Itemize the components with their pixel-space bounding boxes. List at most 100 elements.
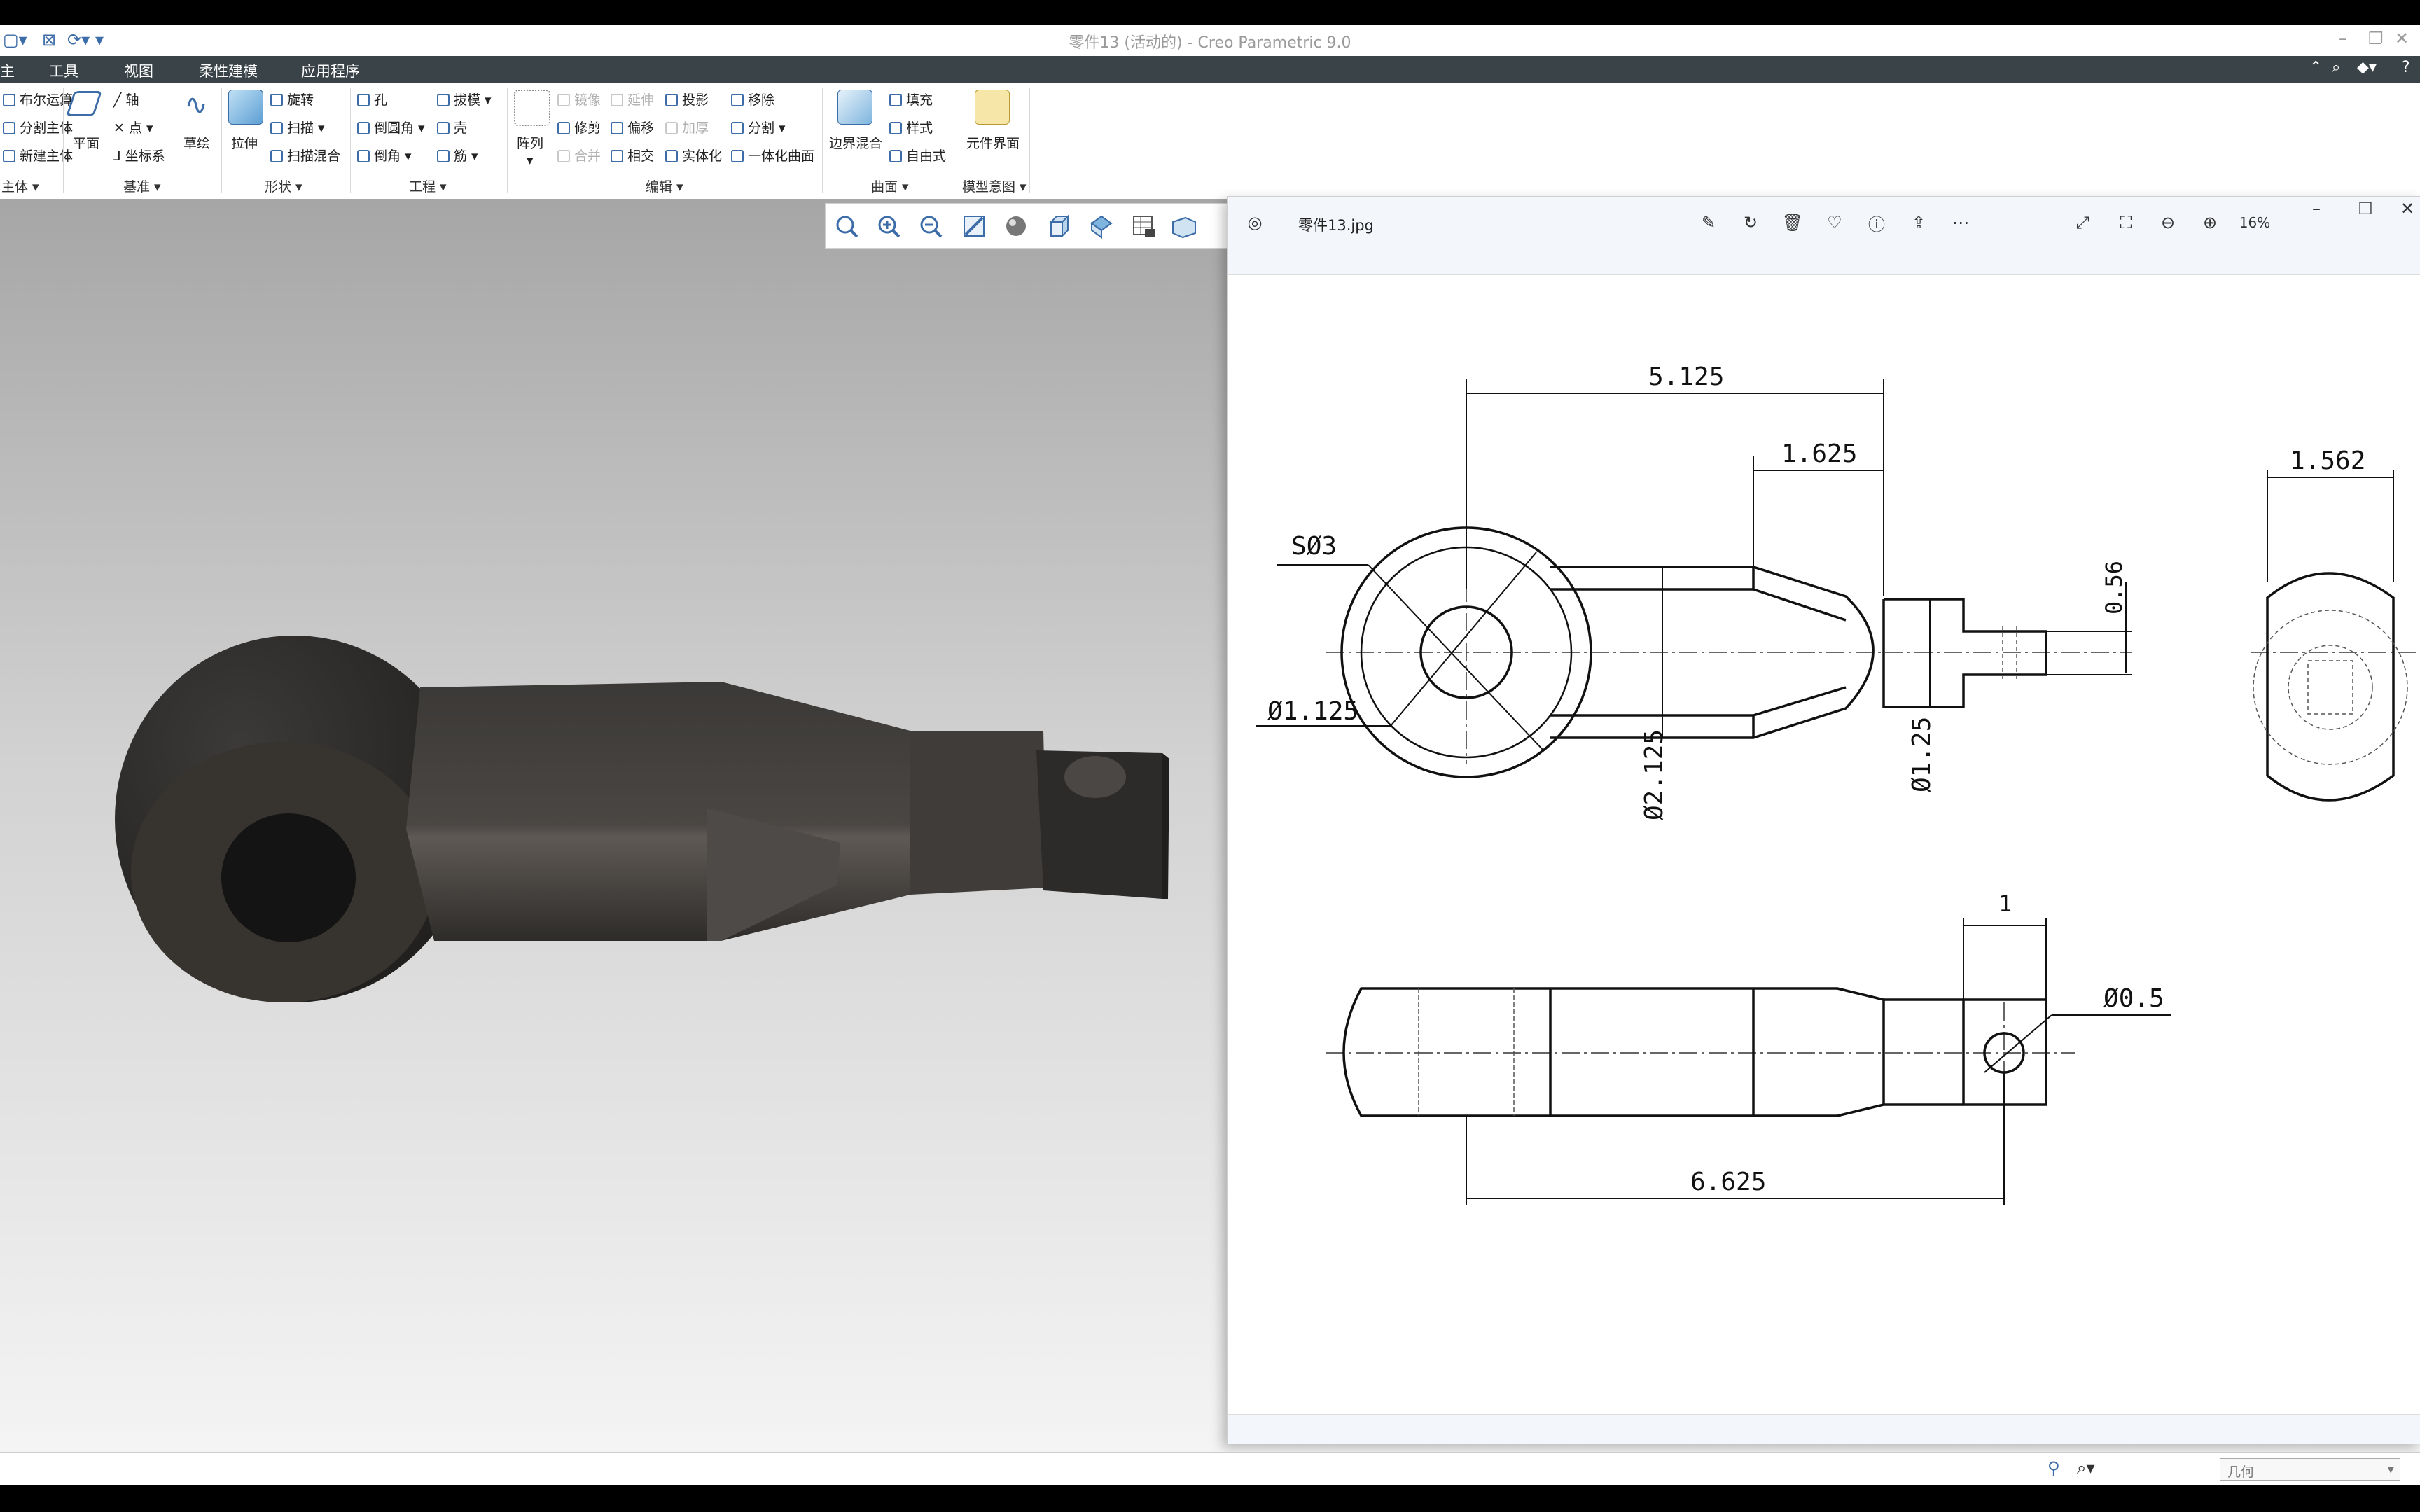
point-button[interactable]: ✕ 点 ▾ [113,118,153,136]
viewer-close-icon[interactable]: ✕ [2393,195,2420,223]
csys-button[interactable]: ⅃ 坐标系 [113,146,165,164]
rotate-icon[interactable]: ↻ [1737,209,1765,237]
group-shapes-label[interactable]: 形状 ▾ [265,176,302,195]
sketch-icon[interactable]: ∿ [179,88,213,122]
boundary-blend-icon[interactable] [837,90,872,125]
zoom-in-viewer-icon[interactable]: ⊕ [2196,209,2224,237]
find-icon[interactable]: ⌕▾ [2077,1458,2095,1478]
share-icon[interactable]: ⇪ [1905,209,1933,237]
help-icon[interactable]: ? [2402,59,2410,76]
delete-icon[interactable]: 🗑 [1779,209,1807,237]
collapse-ribbon-icon[interactable]: ⌃ [2309,59,2322,76]
edit-icon[interactable]: ✎ [1695,209,1723,237]
viewer-maximize-icon[interactable]: ☐ [2351,195,2379,223]
more-icon[interactable]: ⋯ [1947,209,1975,237]
favorite-icon[interactable]: ♡ [1821,209,1849,237]
chevron-down-icon: ▾ [2387,1462,2394,1477]
zoom-out-icon[interactable] [915,211,946,241]
minimize-icon[interactable]: – [2339,29,2347,48]
viewer-filename: 零件13.jpg [1298,217,1374,234]
hole-button[interactable]: 孔 [357,90,387,108]
viewer-footer [1228,1414,2420,1444]
unify-surface-button[interactable]: 一体化曲面 [731,146,814,164]
info-icon[interactable]: ⓘ [1863,209,1891,237]
axis-button[interactable]: ╱ 轴 [113,90,139,108]
status-bar: ⚲ ⌕▾ [0,1452,2420,1485]
boundary-blend-label[interactable]: 边界混合 [829,133,882,152]
remove-button[interactable]: 移除 [731,90,774,108]
group-editing-label[interactable]: 编辑 ▾ [646,176,683,195]
swept-blend-button[interactable]: 扫描混合 [270,146,340,164]
shell-button[interactable]: 壳 [437,118,467,136]
fill-button[interactable]: 填充 [889,90,933,108]
sweep-button[interactable]: 扫描 ▾ [270,118,325,136]
pattern-dropdown-icon[interactable]: ▾ [527,153,534,168]
view-manager-icon[interactable] [1086,211,1117,241]
menu-tools[interactable]: 工具 [49,60,78,81]
merge-button[interactable]: 合并 [557,146,601,164]
perspective-view-icon[interactable] [1128,211,1159,241]
saved-orientations-icon[interactable] [1044,211,1075,241]
trim-button[interactable]: 修剪 [557,118,601,136]
extrude-label[interactable]: 拉伸 [231,133,258,152]
mirror-button[interactable]: 镜像 [557,90,601,108]
selection-icon[interactable]: ⚲ [2047,1458,2060,1478]
zoom-level[interactable]: 16% [2234,209,2276,237]
pattern-label[interactable]: 阵列 [517,133,543,152]
refit-icon[interactable] [831,211,862,241]
menu-view[interactable]: 视图 [124,60,153,81]
group-datum-label[interactable]: 基准 ▾ [123,176,161,195]
zoom-out-viewer-icon[interactable]: ⊖ [2154,209,2182,237]
menu-flexible-modeling[interactable]: 柔性建模 [199,60,258,81]
boolean-button[interactable]: 布尔运算 [3,90,73,108]
dim-0-56: 0.56 [2101,561,2127,615]
split-button[interactable]: 分割 ▾ [731,118,786,136]
solidify-button[interactable]: 实体化 [665,146,722,164]
intersect-button[interactable]: 相交 [611,146,654,164]
new-body-button[interactable]: 新建主体 [3,146,73,164]
draft-button[interactable]: 拔模 ▾ [437,90,492,108]
display-style-icon[interactable] [1001,211,1031,241]
dim-dia-2-125: Ø2.125 [1640,729,1669,820]
zoom-in-icon[interactable] [873,211,904,241]
menu-applications[interactable]: 应用程序 [301,60,360,81]
pattern-icon[interactable] [514,90,550,126]
chamfer-button[interactable]: 倒角 ▾ [357,146,412,164]
split-body-button[interactable]: 分割主体 [3,118,73,136]
selection-filter-value: 几何 [2227,1464,2255,1480]
dim-5-125: 5.125 [1648,363,1724,391]
revolve-button[interactable]: 旋转 [270,90,314,108]
learning-icon[interactable]: ◆▾ [2357,59,2377,76]
rib-button[interactable]: 筋 ▾ [437,146,478,164]
close-icon[interactable]: ✕ [2395,29,2409,48]
search-icon[interactable]: ⌕ [2332,59,2340,76]
extrude-icon[interactable] [228,90,263,125]
round-button[interactable]: 倒圆角 ▾ [357,118,425,136]
component-interface-icon[interactable] [975,90,1010,125]
viewer-minimize-icon[interactable]: – [2302,195,2330,223]
selection-filter-dropdown[interactable]: 几何 ▾ [2220,1458,2400,1480]
group-body-label[interactable]: 主体 ▾ [1,176,39,195]
project-button[interactable]: 投影 [665,90,709,108]
group-model-intent-label[interactable]: 模型意图 ▾ [962,176,1027,195]
group-surfaces-label[interactable]: 曲面 ▾ [871,176,909,195]
repaint-icon[interactable] [959,211,989,241]
component-interface-label[interactable]: 元件界面 [966,133,1020,152]
part-3d-model[interactable] [0,199,1232,1452]
viewer-app-icon: ◎ [1247,213,1263,232]
menu-partial[interactable]: 主 [0,60,15,81]
freestyle-button[interactable]: 自由式 [889,146,946,164]
sketch-label[interactable]: 草绘 [183,133,210,152]
extend-button[interactable]: 延伸 [611,90,654,108]
plane-label[interactable]: 平面 [73,133,99,152]
group-engineering-label[interactable]: 工程 ▾ [409,176,447,195]
section-view-icon[interactable] [1169,211,1199,241]
restore-icon[interactable]: ❐ [2368,29,2384,48]
expand-icon[interactable]: ⤢ [2068,209,2096,237]
title-bar: ▢▾ ⊠ ⟳▾ ▾ 零件13 (活动的) - Creo Parametric 9… [0,24,2420,57]
offset-button[interactable]: 偏移 [611,118,654,136]
fit-window-icon[interactable]: ⛶ [2112,209,2140,237]
style-button[interactable]: 样式 [889,118,933,136]
thicken-button[interactable]: 加厚 [665,118,709,136]
dim-6-625: 6.625 [1690,1168,1766,1196]
